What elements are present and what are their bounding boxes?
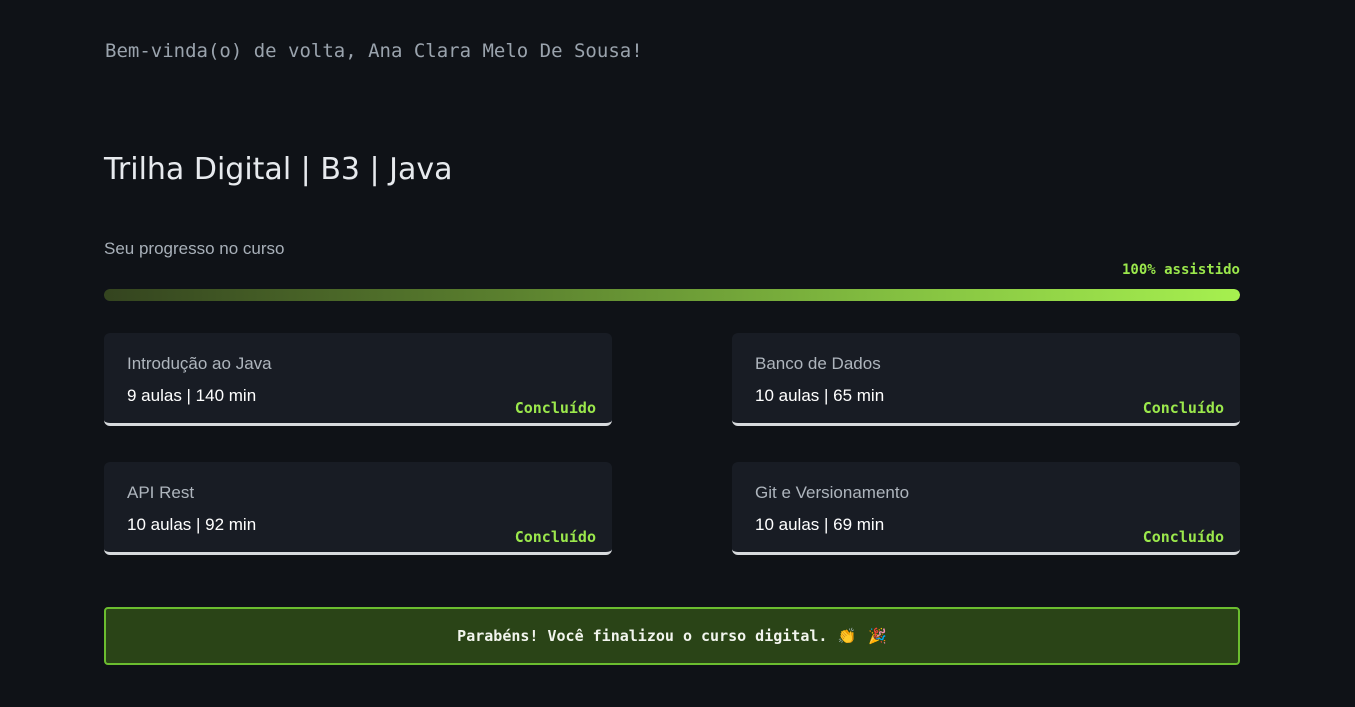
clapping-hands-icon: 👏: [837, 627, 857, 645]
progress-bar: [104, 289, 1240, 301]
module-meta: 9 aulas | 140 min: [127, 386, 257, 405]
progress-label: Seu progresso no curso: [104, 239, 285, 258]
module-status: Concluído: [1142, 399, 1224, 417]
congrats-banner: Parabéns! Você finalizou o curso digital…: [104, 607, 1240, 665]
module-card-git-versionamento[interactable]: Git e Versionamento 10 aulas | 69 min Co…: [732, 462, 1240, 555]
congrats-message: Parabéns! Você finalizou o curso digital…: [457, 627, 828, 645]
welcome-message: Bem-vinda(o) de volta, Ana Clara Melo De…: [105, 40, 643, 62]
module-name: Banco de Dados: [755, 354, 881, 373]
module-meta: 10 aulas | 65 min: [755, 386, 885, 405]
progress-bar-fill: [104, 289, 1240, 301]
course-title: Trilha Digital | B3 | Java: [104, 152, 453, 187]
party-popper-icon: 🎉: [868, 627, 887, 645]
module-card-introducao-java[interactable]: Introdução ao Java 9 aulas | 140 min Con…: [104, 333, 612, 426]
module-name: Introdução ao Java: [127, 354, 272, 373]
module-card-api-rest[interactable]: API Rest 10 aulas | 92 min Concluído: [104, 462, 612, 555]
progress-percent: 100% assistido: [1121, 262, 1240, 278]
module-status: Concluído: [514, 528, 596, 546]
dashboard-page: Bem-vinda(o) de volta, Ana Clara Melo De…: [0, 0, 1355, 707]
module-status: Concluído: [514, 399, 596, 417]
module-name: Git e Versionamento: [755, 483, 910, 502]
module-meta: 10 aulas | 92 min: [127, 515, 257, 534]
module-card-banco-de-dados[interactable]: Banco de Dados 10 aulas | 65 min Concluí…: [732, 333, 1240, 426]
module-meta: 10 aulas | 69 min: [755, 515, 885, 534]
module-name: API Rest: [127, 483, 195, 502]
module-status: Concluído: [1142, 528, 1224, 546]
